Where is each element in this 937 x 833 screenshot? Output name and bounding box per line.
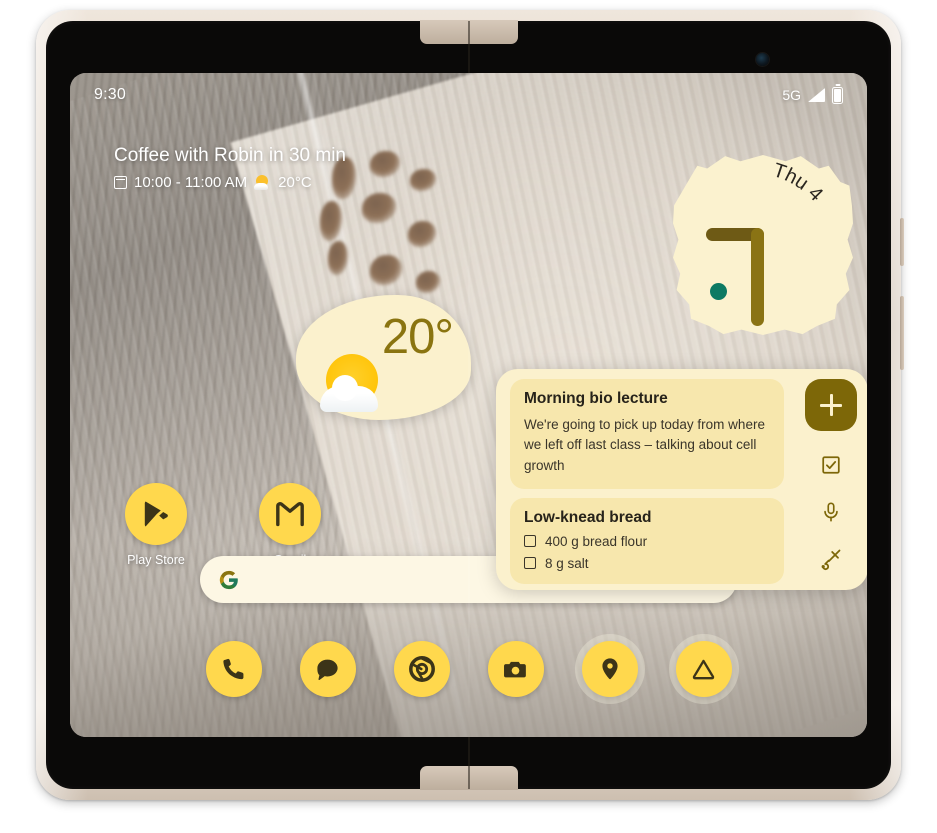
svg-text:Thu 4: Thu 4: [770, 159, 827, 205]
notes-action-rail: [794, 369, 867, 590]
dock: [70, 641, 867, 697]
note-checklist-item[interactable]: 8 g salt: [524, 556, 770, 571]
battery-icon: [832, 86, 843, 104]
notes-list: Morning bio lecture We're going to pick …: [496, 369, 794, 590]
device-bezel: 9:30 5G Coffee with Robin in 30 min 10:0…: [46, 20, 891, 790]
clock-widget[interactable]: Thu 4: [673, 155, 853, 335]
at-a-glance-widget[interactable]: Coffee with Robin in 30 min 10:00 - 11:0…: [114, 145, 346, 191]
dock-item-phone[interactable]: [205, 641, 262, 697]
front-camera-punch-hole: [756, 53, 769, 66]
hinge-seam-top: [467, 21, 470, 73]
dock-item-home[interactable]: [675, 641, 732, 697]
app-gmail[interactable]: Gmail: [242, 483, 338, 567]
app-grid: Play Store Gmail: [108, 483, 338, 567]
volume-button[interactable]: [900, 296, 904, 370]
at-a-glance-title: Coffee with Robin in 30 min: [114, 145, 346, 166]
weather-widget[interactable]: 20°: [296, 295, 471, 420]
status-icons: 5G: [782, 86, 843, 104]
checklist-icon[interactable]: [818, 452, 844, 478]
note-item-label: 400 g bread flour: [545, 533, 648, 549]
clock-day-label: Thu 4: [770, 159, 827, 205]
dock-item-maps[interactable]: [581, 641, 638, 697]
at-a-glance-details: 10:00 - 11:00 AM 20°C: [114, 174, 346, 191]
app-label: Play Store: [127, 553, 185, 567]
checkbox-icon[interactable]: [524, 557, 536, 570]
screenshot-stage: 9:30 5G Coffee with Robin in 30 min 10:0…: [0, 0, 937, 833]
power-button[interactable]: [900, 218, 904, 266]
dock-item-chrome[interactable]: [393, 641, 450, 697]
dock-item-camera[interactable]: [487, 641, 544, 697]
notes-widget[interactable]: Morning bio lecture We're going to pick …: [496, 369, 867, 590]
device-screen: 9:30 5G Coffee with Robin in 30 min 10:0…: [70, 73, 867, 737]
note-body: We're going to pick up today from where …: [524, 417, 765, 473]
microphone-icon[interactable]: [818, 499, 844, 525]
note-item-label: 8 g salt: [545, 555, 589, 571]
hinge-seam-bottom: [467, 737, 470, 789]
play-store-icon[interactable]: [125, 483, 187, 545]
note-title: Morning bio lecture: [524, 390, 668, 407]
calendar-icon: [114, 176, 127, 189]
sun-behind-cloud-icon: [320, 354, 388, 412]
gmail-icon[interactable]: [259, 483, 321, 545]
brush-icon[interactable]: [818, 546, 844, 572]
dock-item-messages[interactable]: [299, 641, 356, 697]
google-g-icon: [218, 569, 240, 591]
app-play-store[interactable]: Play Store: [108, 483, 204, 567]
device-frame: 9:30 5G Coffee with Robin in 30 min 10:0…: [36, 10, 904, 800]
checkbox-icon[interactable]: [524, 535, 536, 548]
at-a-glance-time: 10:00 - 11:00 AM: [134, 174, 248, 191]
note-checklist-item[interactable]: 400 g bread flour: [524, 534, 770, 549]
sun-cloud-icon: [254, 175, 271, 190]
note-title: Low-knead bread: [524, 508, 652, 526]
note-card[interactable]: Low-knead bread 400 g bread flour 8 g sa…: [510, 497, 784, 584]
status-bar: 9:30 5G: [70, 73, 867, 117]
clock-day-text: Thu 4: [770, 159, 827, 205]
add-note-button[interactable]: [805, 379, 857, 431]
at-a-glance-temperature: 20°C: [278, 174, 312, 191]
note-card[interactable]: Morning bio lecture We're going to pick …: [510, 379, 784, 489]
status-clock: 9:30: [94, 86, 126, 103]
network-label: 5G: [782, 87, 801, 103]
signal-icon: [808, 88, 825, 102]
weather-temperature: 20°: [381, 310, 454, 364]
